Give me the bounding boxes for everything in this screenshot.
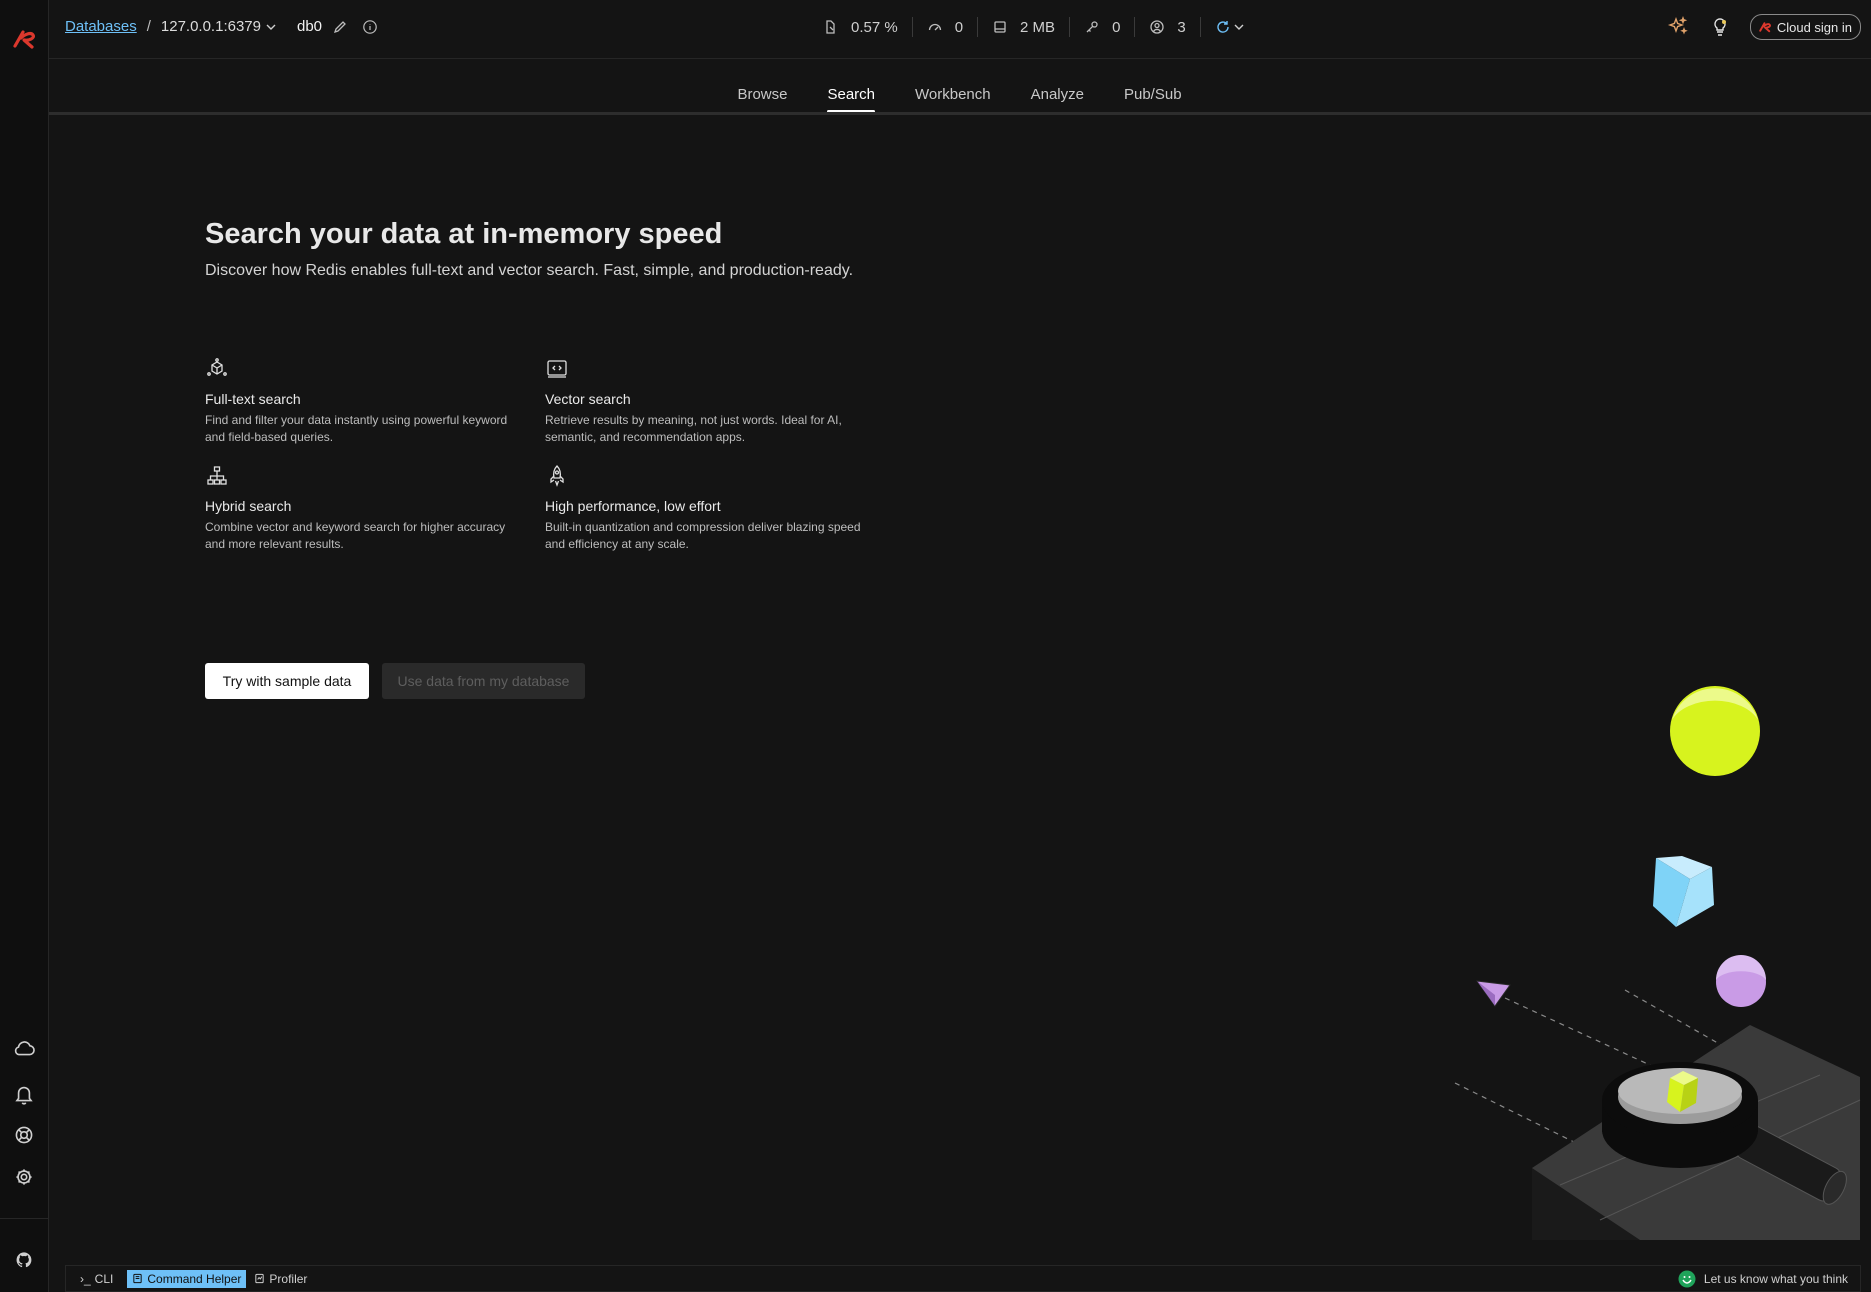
cube-network-icon (205, 357, 229, 381)
feature-full-text-search: Full-text search Find and filter your da… (205, 357, 525, 446)
tabs-underline (49, 112, 1871, 115)
cpu-icon (823, 19, 839, 35)
profiler-icon (255, 1273, 265, 1284)
host-selector[interactable]: 127.0.0.1:6379 (161, 18, 277, 35)
key-icon (1084, 19, 1100, 35)
top-header: Databases / 127.0.0.1:6379 db0 0.57 % 0 (49, 0, 1871, 59)
feature-title: Full-text search (205, 391, 301, 407)
pencil-edit-icon[interactable] (332, 19, 348, 35)
feature-vector-search: Vector search Retrieve results by meanin… (545, 357, 865, 446)
feature-description: Find and filter your data instantly usin… (205, 413, 508, 444)
feature-description: Retrieve results by meaning, not just wo… (545, 413, 842, 444)
stat-clients: 3 (1135, 17, 1201, 37)
github-icon[interactable] (11, 1247, 37, 1273)
left-sidebar (0, 0, 49, 1292)
header-actions: Cloud sign in (1666, 14, 1861, 40)
lightbulb-insights-icon[interactable] (1708, 15, 1732, 39)
databases-link[interactable]: Databases (65, 18, 137, 35)
bottom-bar: ›_ CLI Command Helper Profiler Let us kn… (65, 1265, 1861, 1292)
db-stats: 0.57 % 0 2 MB 0 3 (809, 17, 1259, 37)
db-name: db0 (296, 18, 323, 35)
redis-logo-icon (1759, 22, 1771, 33)
tab-browse[interactable]: Browse (717, 76, 807, 113)
command-helper-label: Command Helper (147, 1271, 242, 1286)
user-circle-icon (1149, 19, 1165, 35)
tab-analyze[interactable]: Analyze (1011, 76, 1104, 113)
tab-search[interactable]: Search (807, 76, 895, 113)
feature-title: Vector search (545, 391, 631, 407)
stat-keys: 0 (1070, 17, 1136, 37)
search-illustration (1440, 680, 1871, 1240)
stat-keys-value: 0 (1112, 18, 1121, 36)
stat-memory: 2 MB (978, 17, 1071, 37)
terminal-prompt-icon: ›_ (80, 1271, 91, 1286)
profiler-button[interactable]: Profiler (248, 1270, 313, 1288)
host-label: 127.0.0.1:6379 (160, 18, 261, 35)
feedback-link[interactable]: Let us know what you think (1678, 1270, 1848, 1288)
hierarchy-icon (205, 464, 229, 488)
feature-title: Hybrid search (205, 498, 292, 514)
chevron-down-icon[interactable] (1233, 21, 1245, 33)
settings-gear-icon[interactable] (11, 1164, 37, 1190)
feedback-smile-icon (1678, 1270, 1696, 1287)
code-window-icon (545, 357, 569, 381)
page-title: Search your data at in-memory speed (205, 218, 723, 250)
feature-high-performance: High performance, low effort Built-in qu… (545, 464, 865, 553)
book-icon (133, 1273, 143, 1284)
profiler-label: Profiler (269, 1271, 308, 1286)
stat-clients-value: 3 (1177, 18, 1186, 36)
cloud-icon[interactable] (11, 1035, 37, 1061)
try-sample-data-button[interactable]: Try with sample data (205, 663, 369, 699)
page-subtitle: Discover how Redis enables full-text and… (205, 262, 854, 279)
chevron-down-icon (266, 24, 276, 30)
stat-ops: 0 (913, 17, 979, 37)
help-lifebuoy-icon[interactable] (11, 1122, 37, 1148)
feature-description: Combine vector and keyword search for hi… (205, 520, 506, 551)
auto-refresh-control[interactable] (1201, 17, 1259, 37)
feature-hybrid-search: Hybrid search Combine vector and keyword… (205, 464, 525, 553)
info-icon[interactable] (362, 19, 378, 35)
cloud-sign-in-button[interactable]: Cloud sign in (1749, 14, 1861, 40)
tab-pubsub[interactable]: Pub/Sub (1104, 76, 1202, 113)
stat-cpu-value: 0.57 % (851, 18, 898, 36)
bell-icon[interactable] (11, 1081, 37, 1107)
main-tabs: Browse Search Workbench Analyze Pub/Sub (0, 76, 1871, 113)
redis-logo-icon[interactable] (9, 24, 39, 54)
stat-cpu: 0.57 % (809, 17, 913, 37)
breadcrumb-separator: / (146, 18, 151, 35)
stat-memory-value: 2 MB (1020, 18, 1056, 36)
memory-icon (992, 19, 1008, 35)
command-helper-button[interactable]: Command Helper (127, 1269, 247, 1288)
feedback-label: Let us know what you think (1703, 1271, 1848, 1286)
stat-ops-value: 0 (954, 18, 964, 36)
refresh-icon[interactable] (1215, 19, 1231, 35)
rocket-icon (545, 464, 569, 488)
cloud-sign-in-label: Cloud sign in (1776, 19, 1852, 35)
tab-workbench[interactable]: Workbench (895, 76, 1011, 113)
cli-label: CLI (94, 1271, 114, 1286)
ai-sparkles-icon[interactable] (1666, 15, 1690, 39)
use-my-database-button: Use data from my database (382, 663, 585, 699)
speedometer-icon (927, 19, 943, 35)
breadcrumb: Databases / 127.0.0.1:6379 db0 (65, 18, 378, 35)
feature-description: Built-in quantization and compression de… (545, 520, 861, 551)
feature-title: High performance, low effort (545, 498, 721, 514)
cli-button[interactable]: ›_ CLI (74, 1270, 119, 1288)
